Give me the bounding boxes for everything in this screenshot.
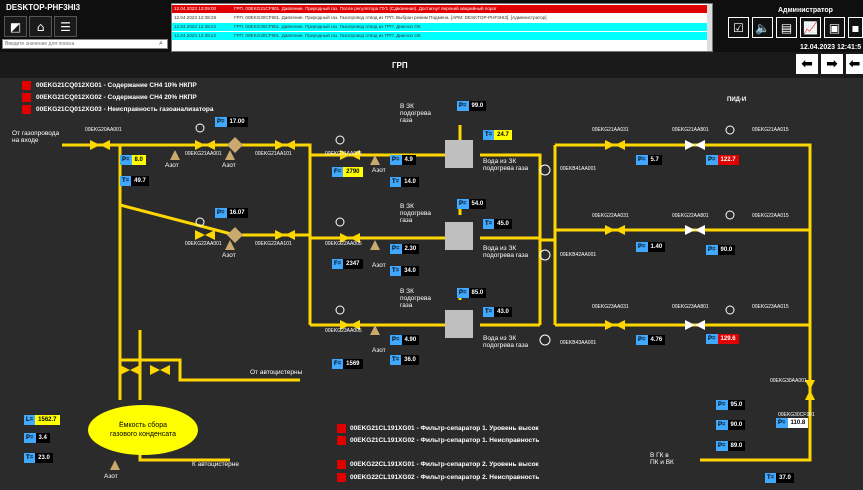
filter-alarm-label: 00EKG22CL191XG02 - Фильтр-сепаратор 2. Н… — [350, 474, 540, 481]
from-truck-label: От автоцистерны — [250, 369, 303, 376]
heat-out-label: Вода из ЗК подогрева газа — [483, 335, 529, 349]
inlet-label: От газопровода на входе — [12, 130, 60, 144]
heat-out-label: Вода из ЗК подогрева газа — [483, 245, 529, 259]
pressure-value[interactable]: P= 90.0 — [706, 245, 736, 255]
azot-label: Азот — [104, 473, 118, 480]
pressure-value[interactable]: P= 85.0 — [457, 288, 487, 298]
alarm-indicator — [337, 424, 346, 433]
temperature-value[interactable]: T= 37.0 — [765, 473, 794, 483]
azot-label: Азот — [372, 347, 386, 354]
filter-alarm-label: 00EKG21CL191XG02 - Фильтр-сепаратор 1. Н… — [350, 437, 540, 444]
pressure-value[interactable]: P= 122.7 — [706, 155, 739, 165]
tag-label: 00EKG21AA101 — [255, 151, 292, 157]
heat-exchanger-3[interactable] — [445, 310, 473, 338]
pressure-value[interactable]: P= 8.0 — [120, 155, 146, 165]
filter-alarm-label: 00EKG21CL191XG01 - Фильтр-сепаратор 1. У… — [350, 425, 539, 432]
azot-label: Азот — [222, 162, 236, 169]
tag-label: 00EKG22AA005 — [325, 241, 362, 247]
pressure-value[interactable]: P= 54.0 — [457, 199, 487, 209]
gas-alarm-label: 00EKG21CQ012XG03 - Неисправность газоана… — [36, 106, 214, 113]
pressure-value[interactable]: P= 3.4 — [24, 433, 50, 443]
pressure-value[interactable]: P= 2.30 — [390, 244, 420, 254]
tag-label: 00EKG23AA015 — [752, 304, 789, 310]
alarm-indicator — [22, 105, 31, 114]
tag-label: 00EKG23AA005 — [325, 328, 362, 334]
tag-label: 00EKG21AA015 — [752, 127, 789, 133]
to-truck-label: К автоцистерне — [192, 461, 239, 468]
tag-label: 00EKG22AA101 — [255, 241, 292, 247]
tag-label: 00EKG22AA801 — [672, 213, 709, 219]
temperature-value[interactable]: T= 43.0 — [483, 307, 512, 317]
azot-label: Азот — [165, 162, 179, 169]
temperature-value[interactable]: T= 36.0 — [390, 355, 419, 365]
temperature-value[interactable]: T= 34.0 — [390, 266, 419, 276]
pressure-value[interactable]: P= 4.90 — [390, 335, 420, 345]
heat-exchanger-1[interactable] — [445, 140, 473, 168]
condensate-tank[interactable]: Ёмкость сбора газового конденсата — [88, 405, 198, 455]
flow-value[interactable]: F= 2790 — [332, 167, 363, 177]
tag-label: 00EKB42AA001 — [560, 252, 597, 258]
pressure-value[interactable]: P= 129.6 — [706, 334, 739, 344]
alarm-indicator — [22, 93, 31, 102]
heat-in-label: В ЗК подогрева газа — [400, 288, 431, 309]
pressure-value[interactable]: P= 4.9 — [390, 155, 416, 165]
tag-label: 00EKG22AA031 — [592, 213, 629, 219]
azot-label: Азот — [372, 262, 386, 269]
flow-value[interactable]: F= 1569 — [332, 359, 363, 369]
azot-label: Азот — [372, 167, 386, 174]
pressure-value[interactable]: P= 99.0 — [457, 101, 487, 111]
tag-label: 00EKG20AA001 — [85, 127, 122, 133]
alarm-indicator — [337, 436, 346, 445]
outlet-label: В ГК в ПК и ВК — [650, 452, 674, 466]
tag-label: 00EKG21AA801 — [672, 127, 709, 133]
pressure-value[interactable]: P= 17.00 — [215, 117, 248, 127]
tag-label: 00EKG21AA005 — [325, 151, 362, 157]
tag-label: 00EKG23AA031 — [592, 304, 629, 310]
heat-in-label: В ЗК подогрева газа — [400, 203, 431, 224]
tag-label: 00EKG30AA001 — [770, 378, 807, 384]
tag-label: 00EKG22AA001 — [185, 241, 222, 247]
heat-exchanger-2[interactable] — [445, 222, 473, 250]
pressure-value[interactable]: P= 89.0 — [716, 441, 746, 451]
pressure-value[interactable]: P= 1.40 — [636, 242, 666, 252]
flow-value[interactable]: F= 2347 — [332, 259, 363, 269]
tag-label: 00EKG22AA015 — [752, 213, 789, 219]
alarm-indicator — [337, 460, 346, 469]
tag-label: 00EKG21AA031 — [592, 127, 629, 133]
pressure-value[interactable]: P= 5.7 — [636, 155, 662, 165]
level-value[interactable]: L= 1562.7 — [24, 415, 60, 425]
heat-in-label: В ЗК подогрева газа — [400, 103, 431, 124]
pressure-value[interactable]: P= 4.76 — [636, 335, 666, 345]
tag-label: 00EKB43AA001 — [560, 340, 597, 346]
gas-alarm-label: 00EKG21CQ012XG02 - Содержание CH4 20% НК… — [36, 94, 197, 101]
alarm-indicator — [22, 81, 31, 90]
tag-label: 00EKG21AA001 — [185, 151, 222, 157]
temperature-value[interactable]: T= 49.7 — [120, 176, 149, 186]
temperature-value[interactable]: T= 45.0 — [483, 219, 512, 229]
gas-alarm-label: 00EKG21CQ012XG01 - Содержание CH4 10% НК… — [36, 82, 197, 89]
pressure-value[interactable]: P= 16.07 — [215, 208, 248, 218]
temperature-value[interactable]: T= 24.7 — [483, 130, 512, 140]
pressure-value[interactable]: P= 95.0 — [716, 400, 746, 410]
temperature-value[interactable]: T= 23.0 — [24, 453, 53, 463]
filter-alarm-label: 00EKG22CL191XG01 - Фильтр-сепаратор 2. У… — [350, 461, 539, 468]
pressure-value[interactable]: P= 90.0 — [716, 420, 746, 430]
tag-label: 00EKG23AA801 — [672, 304, 709, 310]
tag-label: 00EKB41AA001 — [560, 166, 597, 172]
temperature-value[interactable]: T= 14.0 — [390, 177, 419, 187]
alarm-indicator — [337, 473, 346, 482]
heat-out-label: Вода из ЗК подогрева газа — [483, 158, 529, 172]
azot-label: Азот — [222, 252, 236, 259]
outlet-pressure-value[interactable]: P= 110.8 — [776, 418, 809, 428]
